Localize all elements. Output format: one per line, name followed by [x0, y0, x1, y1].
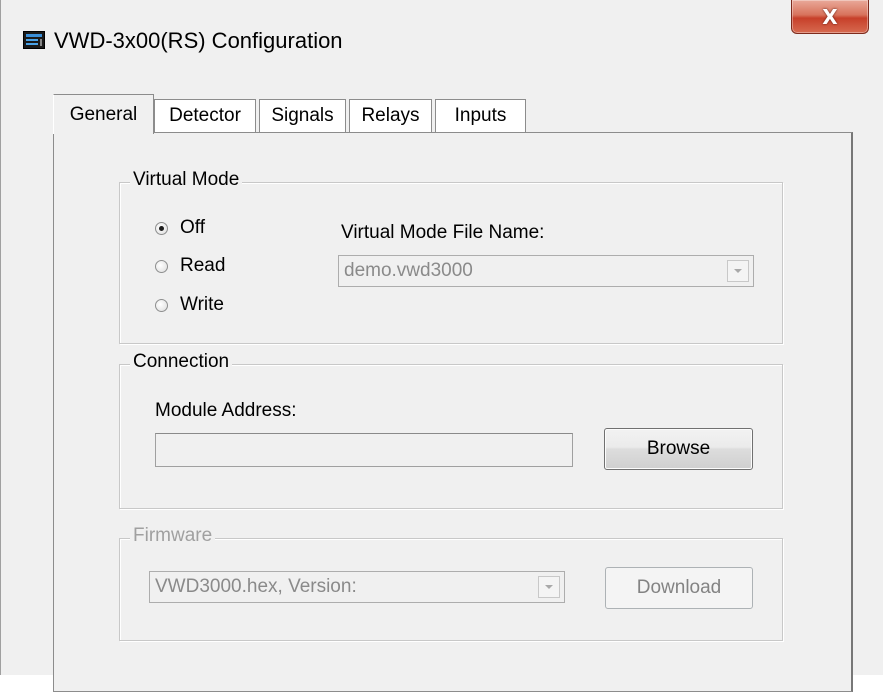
tab-label: Relays [361, 105, 420, 126]
close-icon: X [822, 4, 838, 29]
module-address-field[interactable] [155, 433, 573, 467]
radio-write[interactable]: Write [155, 294, 224, 316]
radio-unchecked-icon[interactable] [155, 298, 168, 312]
firmware-file-combo[interactable]: VWD3000.hex, Version: [149, 571, 565, 603]
configuration-window: VWD-3x00(RS) Configuration X General Det… [0, 0, 883, 692]
tab-general[interactable]: General [53, 94, 154, 134]
connection-group-label: Connection [130, 351, 233, 373]
tab-label: Signals [271, 105, 334, 126]
virtual-mode-file-combo[interactable]: demo.vwd3000 [338, 255, 754, 287]
radio-label-read: Read [180, 255, 226, 276]
radio-checked-icon[interactable] [155, 221, 168, 235]
firmware-file-value: VWD3000.hex, Version: [155, 576, 357, 597]
tab-relays[interactable]: Relays [349, 99, 432, 132]
close-button[interactable]: X [791, 0, 869, 34]
virtual-mode-file-value: demo.vwd3000 [344, 260, 473, 281]
firmware-group-label: Firmware [130, 525, 216, 547]
virtual-mode-file-name-label: Virtual Mode File Name: [341, 222, 545, 243]
window-title: VWD-3x00(RS) Configuration [54, 28, 343, 53]
radio-read[interactable]: Read [155, 255, 225, 277]
tab-label: General [69, 103, 138, 125]
tab-label: Inputs [454, 105, 507, 126]
monitor-app-icon [23, 31, 45, 49]
tab-signals[interactable]: Signals [259, 99, 346, 132]
module-address-label: Module Address: [155, 400, 297, 421]
virtual-mode-group-label: Virtual Mode [130, 169, 243, 191]
tab-detector[interactable]: Detector [154, 99, 256, 132]
dropdown-arrow-icon[interactable] [727, 260, 749, 282]
dropdown-arrow-icon[interactable] [538, 576, 560, 598]
radio-label-write: Write [180, 294, 224, 315]
browse-button-label: Browse [646, 438, 711, 459]
download-button-label: Download [636, 577, 722, 598]
radio-off[interactable]: Off [155, 217, 205, 239]
download-button[interactable]: Download [605, 567, 753, 609]
radio-unchecked-icon[interactable] [155, 259, 168, 273]
title-bar[interactable]: VWD-3x00(RS) Configuration X [1, 0, 883, 85]
browse-button[interactable]: Browse [604, 428, 753, 470]
tab-inputs[interactable]: Inputs [435, 99, 526, 132]
tab-label: Detector [169, 105, 241, 126]
radio-label-off: Off [180, 217, 205, 238]
